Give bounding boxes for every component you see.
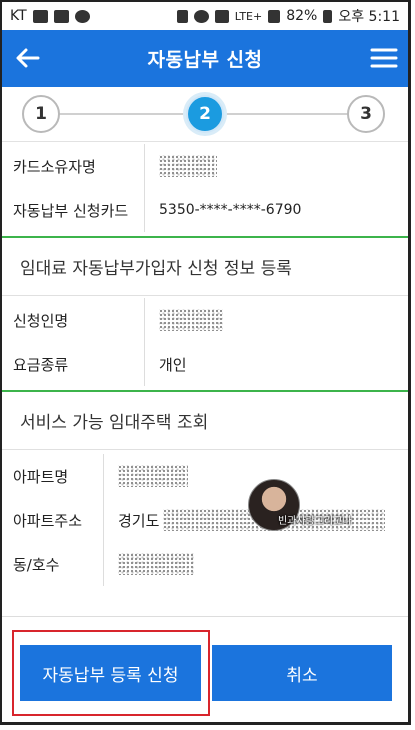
apartment-address-label: 아파트주소 bbox=[2, 498, 104, 542]
card-info-table: 카드소유자명 자동납부 신청카드 5350-****-****-6790 bbox=[2, 142, 408, 238]
hamburger-menu-icon[interactable] bbox=[370, 44, 398, 72]
status-bar: KT LTE+ 82% 오후 5:11 bbox=[2, 2, 408, 30]
phone-frame: KT LTE+ 82% 오후 5:11 자동납부 신청 1 2 3 카드소유자명… bbox=[0, 0, 411, 725]
battery-label: 82% bbox=[286, 8, 318, 24]
cardholder-label: 카드소유자명 bbox=[2, 144, 145, 188]
applicant-section-title: 임대료 자동납부가입자 신청 정보 등록 bbox=[2, 238, 408, 296]
mute-icon bbox=[176, 9, 188, 23]
redacted-unit bbox=[118, 553, 194, 575]
housing-section-title: 서비스 가능 임대주택 조회 bbox=[2, 392, 408, 450]
alarm-icon bbox=[193, 9, 209, 23]
apartment-name-label: 아파트명 bbox=[2, 454, 104, 498]
chat-icon bbox=[74, 9, 90, 23]
applicant-name-value bbox=[145, 298, 223, 342]
cancel-button[interactable]: 취소 bbox=[212, 645, 392, 701]
step-3: 3 bbox=[347, 95, 385, 133]
progress-stepper: 1 2 3 bbox=[2, 87, 408, 142]
page-title: 자동납부 신청 bbox=[147, 49, 263, 71]
step-1: 1 bbox=[22, 95, 60, 133]
applicant-name-label: 신청인명 bbox=[2, 298, 145, 342]
time-label: 오후 5:11 bbox=[338, 9, 400, 25]
status-right: LTE+ 82% 오후 5:11 bbox=[176, 6, 400, 26]
arrow-left-icon[interactable] bbox=[12, 42, 44, 74]
app-header: 자동납부 신청 bbox=[2, 30, 408, 87]
unit-label: 동/호수 bbox=[2, 542, 104, 586]
watermark-text: 빈과사랑그리고나 bbox=[278, 516, 352, 527]
status-left: KT bbox=[10, 8, 90, 24]
step-2-active: 2 bbox=[186, 95, 224, 133]
applicant-name-row: 신청인명 bbox=[2, 298, 408, 342]
fee-type-row: 요금종류 개인 bbox=[2, 342, 408, 386]
redacted-cardholder-name bbox=[159, 155, 217, 177]
applicant-info-table: 신청인명 요금종류 개인 bbox=[2, 296, 408, 392]
redacted-applicant-name bbox=[159, 309, 223, 331]
action-bar: 자동납부 등록 신청 취소 bbox=[2, 616, 408, 722]
carrier-label: KT bbox=[10, 8, 27, 24]
unit-value bbox=[104, 542, 194, 586]
signal-icon bbox=[268, 9, 281, 23]
register-autopay-button[interactable]: 자동납부 등록 신청 bbox=[20, 645, 201, 701]
unit-row: 동/호수 bbox=[2, 542, 408, 586]
apartment-name-row: 아파트명 bbox=[2, 454, 408, 498]
cardholder-value bbox=[145, 144, 217, 188]
notification-icon bbox=[53, 9, 69, 23]
hd-icon bbox=[214, 9, 229, 23]
network-label: LTE+ bbox=[234, 9, 263, 23]
card-number-label: 자동납부 신청카드 bbox=[2, 188, 145, 232]
card-number-row: 자동납부 신청카드 5350-****-****-6790 bbox=[2, 188, 408, 232]
redacted-apartment-name bbox=[118, 465, 188, 487]
fee-type-value: 개인 bbox=[159, 355, 187, 374]
card-number-value: 5350-****-****-6790 bbox=[159, 202, 302, 218]
gallery-icon bbox=[32, 9, 48, 23]
fee-type-label: 요금종류 bbox=[2, 342, 145, 386]
cardholder-row: 카드소유자명 bbox=[2, 144, 408, 188]
apartment-name-value bbox=[104, 454, 188, 498]
apartment-address-text: 경기도 bbox=[118, 511, 160, 530]
battery-icon bbox=[323, 9, 333, 23]
